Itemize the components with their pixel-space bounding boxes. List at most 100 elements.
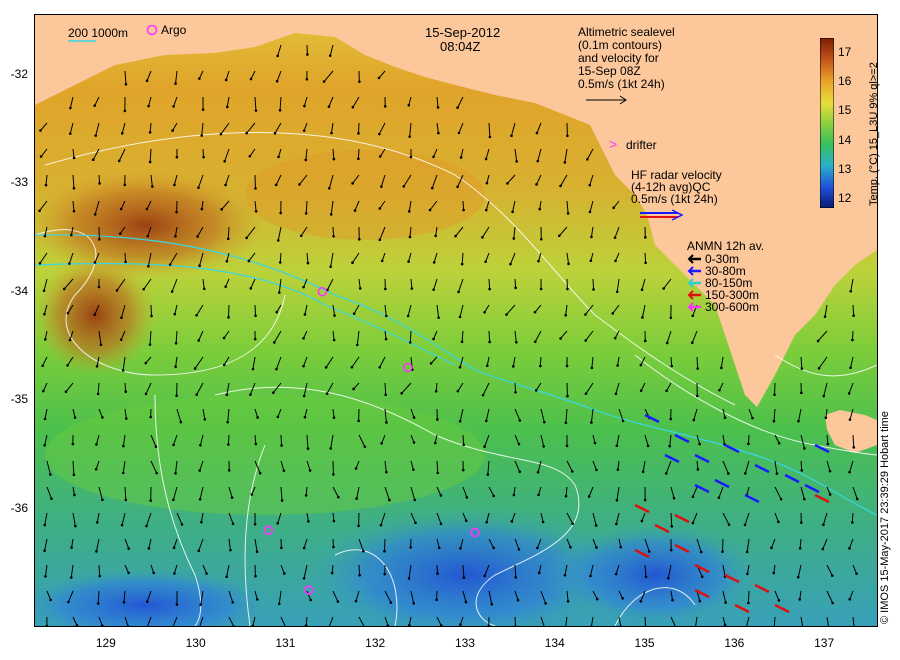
y-tick-label: -34: [10, 283, 28, 298]
velocity-arrow-head: [378, 155, 382, 158]
velocity-arrow-icon: [644, 616, 647, 627]
velocity-arrow-icon: [851, 512, 854, 523]
velocity-arrow-head: [327, 105, 331, 108]
velocity-arrow-head: [250, 493, 254, 496]
velocity-arrow-head: [255, 598, 259, 601]
velocity-arrow-icon: [383, 538, 386, 552]
velocity-arrow-head: [718, 388, 721, 392]
velocity-arrow-head: [777, 520, 780, 524]
velocity-arrow-head: [380, 185, 383, 188]
velocity-arrow-head: [796, 575, 800, 579]
velocity-arrow-head: [400, 391, 403, 395]
velocity-arrow-head: [414, 521, 417, 525]
velocity-arrow-head: [71, 442, 75, 446]
velocity-arrow-head: [559, 184, 562, 188]
velocity-arrow-head: [277, 291, 281, 294]
velocity-arrow-head: [800, 469, 804, 472]
velocity-arrow-head: [640, 519, 644, 523]
velocity-arrow-head: [299, 234, 303, 238]
velocity-arrow-head: [619, 545, 623, 549]
velocity-arrow-head: [412, 468, 415, 471]
velocity-arrow-head: [227, 469, 231, 472]
velocity-arrow-head: [322, 80, 326, 83]
velocity-arrow-head: [538, 207, 542, 211]
velocity-arrow-head: [481, 236, 484, 239]
velocity-arrow-head: [147, 264, 150, 268]
velocity-arrow-icon: [358, 564, 361, 576]
velocity-arrow-head: [254, 187, 257, 190]
velocity-arrow-head: [124, 82, 128, 86]
velocity-arrow-head: [566, 599, 570, 603]
velocity-arrow-head: [277, 602, 281, 606]
velocity-arrow-head: [49, 598, 52, 602]
velocity-arrow-head: [589, 259, 593, 263]
velocity-arrow-head: [646, 444, 650, 448]
velocity-arrow-head: [43, 417, 47, 421]
velocity-arrow-head: [94, 134, 98, 137]
velocity-arrow-head: [95, 443, 98, 446]
velocity-arrow-head: [350, 365, 354, 369]
velocity-arrow-head: [95, 550, 98, 553]
velocity-arrow-head: [251, 367, 255, 371]
velocity-arrow-head: [44, 574, 47, 578]
velocity-arrow-head: [378, 132, 381, 136]
velocity-arrow-head: [462, 443, 465, 447]
velocity-arrow-icon: [150, 304, 153, 316]
velocity-arrow-icon: [852, 304, 855, 316]
anmn-swatch-arrow-icon: [687, 254, 701, 264]
velocity-arrow-head: [773, 393, 776, 397]
velocity-arrow-head: [515, 160, 518, 163]
velocity-arrow-head: [66, 311, 70, 315]
velocity-arrow-head: [351, 182, 354, 185]
velocity-arrow-head: [44, 338, 47, 341]
velocity-arrow-head: [615, 522, 618, 526]
velocity-arrow-head: [43, 312, 46, 316]
velocity-arrow-head: [145, 524, 148, 528]
colorbar-tick-label: 16: [838, 73, 852, 88]
velocity-arrow-head: [249, 77, 253, 81]
velocity-arrow-icon: [124, 252, 127, 262]
velocity-arrow-head: [408, 235, 412, 239]
velocity-arrow-head: [73, 416, 77, 419]
argo-legend-icon: [146, 24, 158, 36]
velocity-arrow-head: [614, 259, 617, 263]
velocity-arrow-head: [174, 365, 177, 369]
anmn-legend-row: 300-600m: [687, 300, 764, 314]
velocity-arrow-head: [70, 233, 73, 237]
velocity-arrow-head: [324, 366, 328, 369]
velocity-arrow-head: [615, 444, 619, 448]
velocity-arrow-head: [302, 336, 305, 340]
altimetry-scale-arrow: [586, 95, 627, 105]
velocity-arrow-head: [332, 234, 335, 238]
velocity-arrow-head: [644, 261, 647, 265]
velocity-arrow-head: [775, 472, 779, 475]
velocity-arrow-head: [275, 310, 278, 314]
y-tick-label: -35: [10, 392, 28, 407]
velocity-arrow-head: [50, 497, 53, 500]
velocity-arrow-head: [39, 155, 43, 158]
velocity-arrow-head: [226, 420, 229, 424]
velocity-arrow-head: [456, 185, 459, 189]
hf-radar-scale-arrow: [640, 209, 684, 221]
velocity-arrow-head: [436, 418, 439, 421]
velocity-arrow-head: [173, 312, 177, 316]
velocity-arrow-icon: [332, 226, 335, 237]
velocity-arrow-head: [72, 156, 76, 160]
velocity-arrow-head: [62, 287, 66, 291]
velocity-arrow-head: [249, 287, 253, 290]
velocity-arrow-head: [595, 468, 598, 472]
velocity-arrow-head: [593, 441, 597, 445]
velocity-arrow-head: [402, 185, 406, 188]
velocity-arrow-head: [199, 443, 202, 447]
velocity-arrow-head: [852, 314, 855, 317]
velocity-arrow-head: [303, 415, 307, 419]
velocity-arrow-head: [225, 393, 229, 397]
velocity-arrow-head: [276, 54, 279, 58]
velocity-arrow-head: [518, 470, 522, 474]
velocity-arrow-head: [124, 498, 128, 502]
velocity-arrow-head: [465, 496, 469, 499]
velocity-arrow-head: [848, 470, 851, 474]
velocity-arrow-head: [570, 470, 574, 473]
velocity-arrow-head: [772, 571, 776, 575]
velocity-arrow-head: [124, 390, 128, 394]
